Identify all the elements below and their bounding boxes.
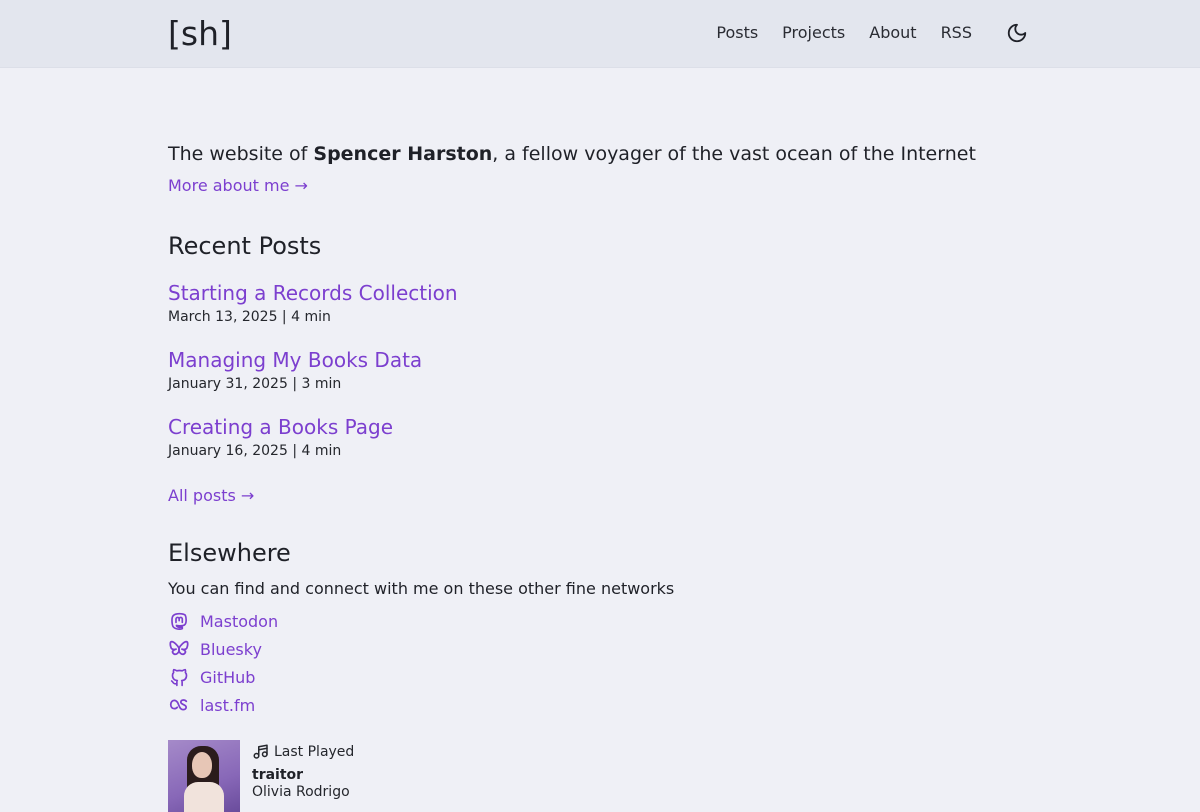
intro-text: The website of Spencer Harston, a fellow… [168, 140, 1038, 168]
all-posts-link[interactable]: All posts → [168, 486, 254, 505]
social-link-lastfm[interactable]: last.fm [168, 691, 1038, 719]
nav-link-projects[interactable]: Projects [782, 20, 845, 46]
post-meta: January 16, 2025 | 4 min [168, 443, 342, 459]
track-artist: Olivia Rodrigo [252, 784, 350, 800]
elsewhere-description: You can find and connect with me on thes… [168, 579, 675, 598]
lastfm-icon [168, 694, 190, 716]
elsewhere-heading: Elsewhere [168, 539, 291, 567]
album-art[interactable] [168, 740, 240, 812]
github-icon [168, 666, 190, 688]
bluesky-icon [168, 638, 190, 660]
post-meta: January 31, 2025 | 3 min [168, 376, 342, 392]
social-link-mastodon[interactable]: Mastodon [168, 607, 1038, 635]
post-item: Starting a Records Collection March 13, … [168, 280, 1038, 327]
last-played-label-row: Last Played [252, 740, 354, 764]
site-logo[interactable]: [sh] [168, 14, 232, 53]
main-nav: Posts Projects About RSS [692, 20, 1030, 46]
nav-link-posts[interactable]: Posts [716, 20, 758, 46]
post-title-link[interactable]: Creating a Books Page [168, 414, 1038, 440]
post-list: Starting a Records Collection March 13, … [168, 280, 1038, 461]
nav-link-about[interactable]: About [869, 20, 916, 46]
site-header: [sh] Posts Projects About RSS [0, 0, 1200, 68]
music-note-icon [253, 744, 268, 759]
album-art-figure-face [192, 752, 212, 778]
last-played-label: Last Played [274, 744, 355, 760]
recent-posts-heading: Recent Posts [168, 232, 322, 260]
author-name: Spencer Harston [313, 143, 493, 165]
intro-suffix: , a fellow voyager of the vast ocean of … [492, 143, 976, 165]
more-about-me-link[interactable]: More about me → [168, 176, 308, 195]
theme-toggle-button[interactable] [1004, 20, 1030, 46]
post-title-link[interactable]: Managing My Books Data [168, 347, 1038, 373]
social-links: Mastodon Bluesky GitHub last.fm [168, 607, 1038, 719]
moon-icon [1007, 23, 1027, 43]
social-label: last.fm [200, 695, 256, 715]
last-played-widget: Last Played traitor Olivia Rodrigo [168, 740, 354, 812]
social-link-bluesky[interactable]: Bluesky [168, 635, 1038, 663]
post-title-link[interactable]: Starting a Records Collection [168, 280, 1038, 306]
post-item: Creating a Books Page January 16, 2025 |… [168, 414, 1038, 461]
track-title: traitor [252, 767, 304, 783]
social-link-github[interactable]: GitHub [168, 663, 1038, 691]
main-content: The website of Spencer Harston, a fellow… [168, 140, 1038, 719]
mastodon-icon [168, 610, 190, 632]
social-label: Mastodon [200, 611, 279, 631]
social-label: GitHub [200, 667, 256, 687]
nav-link-rss[interactable]: RSS [941, 20, 972, 46]
intro-prefix: The website of [168, 143, 314, 165]
post-meta: March 13, 2025 | 4 min [168, 309, 331, 325]
post-item: Managing My Books Data January 31, 2025 … [168, 347, 1038, 394]
social-label: Bluesky [200, 639, 262, 659]
album-art-figure-body [184, 782, 224, 812]
last-played-info: Last Played traitor Olivia Rodrigo [252, 740, 354, 812]
